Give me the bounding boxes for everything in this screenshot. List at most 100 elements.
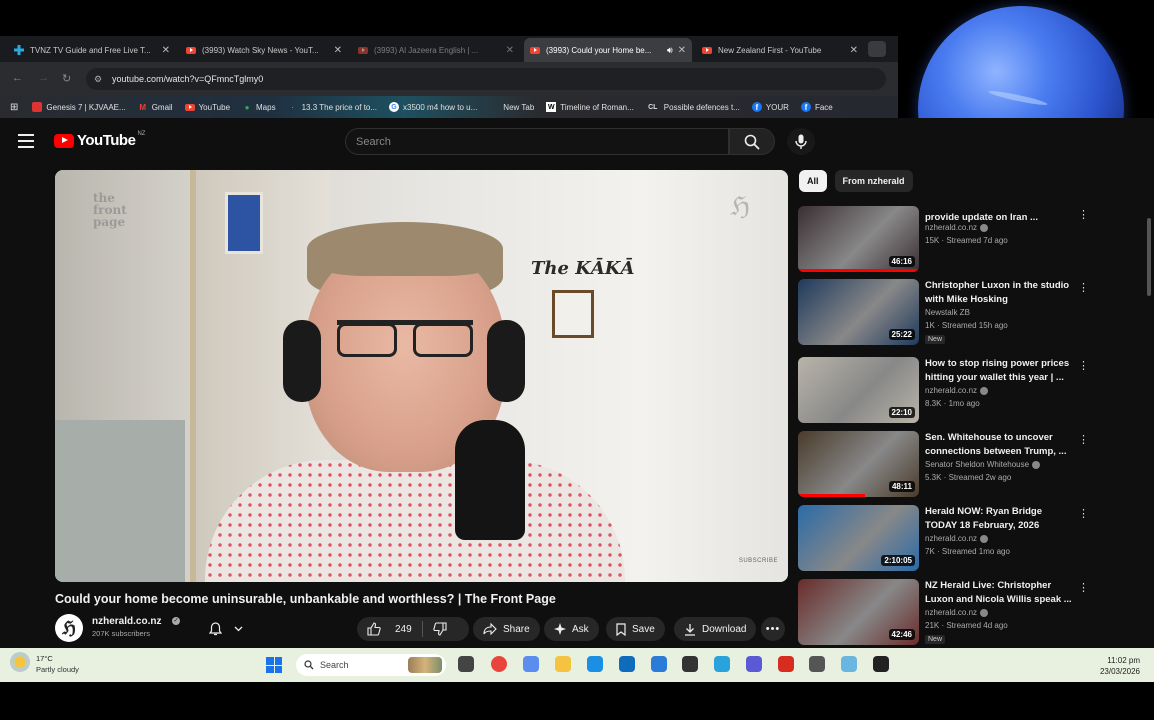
app-icon[interactable] xyxy=(746,656,762,672)
bookmark-maps[interactable]: ● Maps xyxy=(242,102,276,112)
like-button[interactable]: 249 xyxy=(357,617,422,641)
video-frame-microphone xyxy=(455,420,525,540)
chip-from-nzherald[interactable]: From nzherald xyxy=(834,170,913,192)
obs-icon[interactable] xyxy=(873,656,889,672)
bookmark-genesis[interactable]: Genesis 7 | KJVAAE... xyxy=(32,102,126,112)
download-button[interactable]: Download xyxy=(674,617,757,641)
video-thumbnail[interactable]: 25:22 xyxy=(798,279,919,345)
bookmark-timeline[interactable]: W Timeline of Roman... xyxy=(546,102,634,112)
dislike-button[interactable] xyxy=(423,617,463,641)
more-vertical-icon[interactable]: ⋮ xyxy=(1078,208,1089,221)
system-clock[interactable]: 11:02 pm 23/03/2026 xyxy=(1098,655,1140,677)
channel-name[interactable]: Newstalk ZB xyxy=(925,308,970,317)
video-thumbnail[interactable]: 2:10:05 xyxy=(798,505,919,571)
voice-search-button[interactable] xyxy=(787,128,815,155)
site-info-icon[interactable]: ⚙︎ xyxy=(94,74,106,85)
chip-all[interactable]: All xyxy=(799,170,827,192)
save-button[interactable]: Save xyxy=(606,617,665,641)
notification-bell-button[interactable] xyxy=(203,618,249,640)
bookmark-youtube[interactable]: YouTube xyxy=(184,102,230,112)
outlook-icon[interactable] xyxy=(619,656,635,672)
video-player[interactable]: The KĀKĀ the front page ℌ SUBSCRIBE xyxy=(55,170,788,582)
media-icon[interactable] xyxy=(778,656,794,672)
close-tab-icon[interactable]: ✕ xyxy=(162,45,170,56)
terminal-icon[interactable] xyxy=(682,656,698,672)
tab-nz-first[interactable]: New Zealand First - YouTube ✕ xyxy=(696,38,864,62)
share-button[interactable]: Share xyxy=(473,617,540,641)
folder-icon[interactable] xyxy=(555,656,571,672)
video-thumbnail[interactable]: 22:10 xyxy=(798,357,919,423)
subscribe-watermark[interactable]: SUBSCRIBE xyxy=(739,558,778,564)
copilot-icon[interactable] xyxy=(523,656,539,672)
channel-name[interactable]: nzherald.co.nz xyxy=(925,386,989,395)
video-title[interactable]: Christopher Luxon in the studio with Mik… xyxy=(925,279,1075,307)
close-tab-icon[interactable]: ✕ xyxy=(334,45,342,56)
speaker-icon[interactable]: 🔊︎ xyxy=(667,45,673,56)
windows-start-icon[interactable] xyxy=(266,657,282,673)
close-tab-icon[interactable]: ✕ xyxy=(850,45,858,56)
recommended-video[interactable]: 25:22 Christopher Luxon in the studio wi… xyxy=(798,279,1143,349)
file-explorer-icon[interactable] xyxy=(458,656,474,672)
new-badge: New xyxy=(925,635,946,644)
close-tab-icon[interactable]: ✕ xyxy=(506,45,514,56)
edge-icon[interactable] xyxy=(587,656,603,672)
bookmark-gmail[interactable]: M Gmail xyxy=(138,102,172,112)
tab-current-video[interactable]: (3993) Could your Home be... 🔊︎ ✕ xyxy=(524,38,692,62)
channel-avatar[interactable]: ℌ xyxy=(55,614,83,642)
apps-grid-icon[interactable]: ⊞ xyxy=(10,102,18,113)
store-icon[interactable] xyxy=(651,656,667,672)
channel-name[interactable]: nzherald.co.nz xyxy=(925,223,989,232)
bookmark-x3500[interactable]: Gx3500 m4 how to u... xyxy=(389,102,477,112)
more-vertical-icon[interactable]: ⋮ xyxy=(1078,281,1089,294)
search-input[interactable]: Search xyxy=(345,128,729,155)
video-title[interactable]: Sen. Whitehouse to uncover connections b… xyxy=(925,431,1075,459)
video-thumbnail[interactable]: 42:46 xyxy=(798,579,919,645)
close-tab-icon[interactable]: ✕ xyxy=(678,45,686,56)
bookmark-defences[interactable]: CL Possible defences t... xyxy=(646,102,740,112)
channel-name[interactable]: nzherald.co.nz xyxy=(925,608,989,617)
scrollbar-thumb[interactable] xyxy=(1147,218,1151,296)
video-title[interactable]: How to stop rising power prices hitting … xyxy=(925,357,1075,385)
bookmark-new-tab[interactable]: New Tab xyxy=(489,102,534,112)
more-vertical-icon[interactable]: ⋮ xyxy=(1078,507,1089,520)
new-tab-button[interactable] xyxy=(868,41,886,57)
weather-widget[interactable]: 17°C Partly cloudy xyxy=(10,652,79,674)
channel-name[interactable]: nzherald.co.nz xyxy=(925,534,989,543)
video-title[interactable]: NZ Herald Live: Christopher Luxon and Ni… xyxy=(925,579,1075,607)
tab-al-jazeera[interactable]: (3993) Al Jazeera English | ... ✕ xyxy=(352,38,520,62)
youtube-logo[interactable]: YouTube NZ xyxy=(54,131,145,149)
more-actions-button[interactable]: ••• xyxy=(761,617,785,641)
bookmark-price[interactable]: · 13.3 The price of to... xyxy=(288,102,377,112)
tab-sky-news[interactable]: (3993) Watch Sky News - YouT... ✕ xyxy=(180,38,348,62)
bookmark-your[interactable]: f YOUR xyxy=(751,102,789,112)
video-thumbnail[interactable]: 48:11 xyxy=(798,431,919,497)
recommended-video[interactable]: 42:46 NZ Herald Live: Christopher Luxon … xyxy=(798,579,1143,648)
more-vertical-icon[interactable]: ⋮ xyxy=(1078,433,1089,446)
channel-name[interactable]: Senator Sheldon Whitehouse xyxy=(925,460,1041,469)
gamepad-icon[interactable] xyxy=(809,656,825,672)
tab-tvnz[interactable]: TVNZ TV Guide and Free Live T... ✕ xyxy=(8,38,176,62)
more-vertical-icon[interactable]: ⋮ xyxy=(1078,581,1089,594)
taskbar-search-input[interactable]: Search xyxy=(296,654,446,676)
search-button[interactable] xyxy=(729,128,775,155)
recommended-video[interactable]: 46:16 provide update on Iran ... nzheral… xyxy=(798,206,1143,276)
recommended-video[interactable]: 22:10 How to stop rising power prices hi… xyxy=(798,357,1143,427)
forward-icon[interactable]: → xyxy=(38,72,49,84)
reload-icon[interactable]: ↻ xyxy=(62,72,71,85)
video-duration: 25:22 xyxy=(888,329,915,340)
video-title[interactable]: Herald NOW: Ryan Bridge TODAY 18 Februar… xyxy=(925,505,1075,533)
url-field[interactable]: ⚙︎ youtube.com/watch?v=QFmncTglmy0 xyxy=(86,68,886,90)
video-thumbnail[interactable]: 46:16 xyxy=(798,206,919,272)
back-icon[interactable]: ← xyxy=(12,72,23,84)
channel-name[interactable]: nzherald.co.nz xyxy=(92,616,161,627)
recommended-video[interactable]: 48:11 Sen. Whitehouse to uncover connect… xyxy=(798,431,1143,501)
chrome-icon[interactable] xyxy=(491,656,507,672)
telegram-icon[interactable] xyxy=(714,656,730,672)
bookmark-face[interactable]: f Face xyxy=(800,102,833,112)
ask-button[interactable]: Ask xyxy=(544,617,599,641)
more-vertical-icon[interactable]: ⋮ xyxy=(1078,359,1089,372)
sidebar-scrollbar[interactable] xyxy=(1146,218,1152,648)
recommended-video[interactable]: 2:10:05 Herald NOW: Ryan Bridge TODAY 18… xyxy=(798,505,1143,575)
network-icon[interactable] xyxy=(841,656,857,672)
hamburger-menu-icon[interactable] xyxy=(18,134,34,148)
